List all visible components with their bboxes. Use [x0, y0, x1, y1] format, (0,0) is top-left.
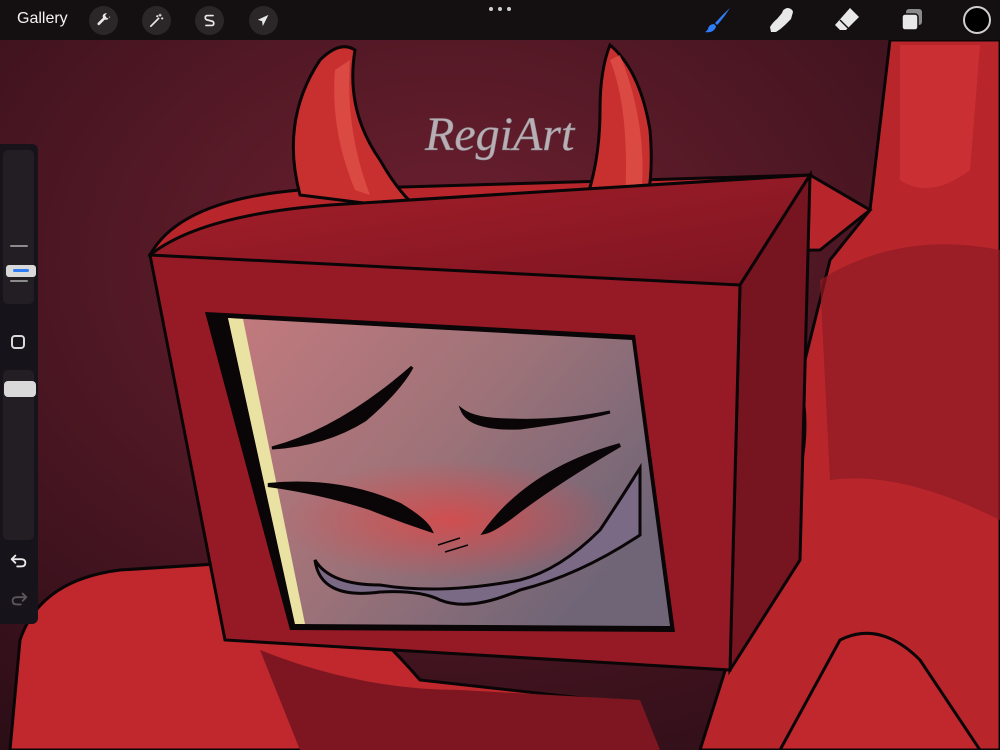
artist-signature: RegiArt — [424, 108, 576, 161]
opacity-slider[interactable] — [3, 370, 36, 540]
dot-icon — [489, 7, 493, 11]
top-toolbar: Gallery — [0, 0, 1000, 40]
selection-button[interactable] — [195, 6, 224, 35]
opacity-thumb[interactable] — [4, 381, 36, 397]
layers-button[interactable] — [897, 5, 927, 35]
modify-button[interactable] — [11, 335, 25, 349]
left-sidebar — [0, 144, 38, 624]
slider-tick — [10, 280, 28, 282]
drawing-canvas[interactable]: RegiArt — [0, 0, 1000, 750]
eraser-icon — [835, 8, 859, 30]
slider-accent-mark — [13, 269, 29, 272]
actions-button[interactable] — [89, 6, 118, 35]
slider-tick — [10, 245, 28, 247]
brush-tool-button[interactable] — [703, 5, 733, 35]
brush-icon — [705, 8, 730, 33]
color-picker-button[interactable] — [963, 6, 991, 34]
selection-s-icon — [204, 14, 215, 27]
adjustments-button[interactable] — [142, 6, 171, 35]
brush-size-slider[interactable] — [3, 150, 36, 304]
gallery-button[interactable]: Gallery — [17, 10, 68, 28]
body-right-highlight — [900, 45, 980, 188]
redo-button[interactable] — [8, 588, 30, 610]
undo-button[interactable] — [8, 550, 30, 572]
arrow-cursor-icon — [257, 14, 269, 27]
eraser-tool-button[interactable] — [832, 5, 862, 35]
dot-icon — [498, 7, 502, 11]
dot-icon — [507, 7, 511, 11]
layers-icon — [901, 9, 922, 31]
brush-size-thumb[interactable] — [6, 265, 36, 277]
magic-wand-icon — [149, 13, 164, 28]
smudge-finger-icon — [770, 8, 793, 32]
redo-arrow-icon — [11, 592, 28, 606]
undo-arrow-icon — [10, 554, 27, 568]
wrench-icon — [97, 13, 111, 26]
more-options-handle[interactable] — [489, 4, 511, 14]
transform-button[interactable] — [249, 6, 278, 35]
smudge-tool-button[interactable] — [767, 5, 797, 35]
